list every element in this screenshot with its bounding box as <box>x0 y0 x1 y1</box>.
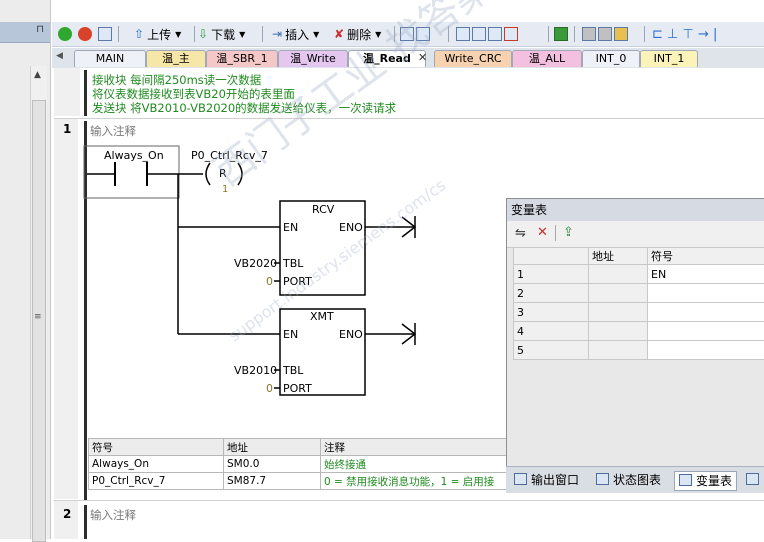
address-cell[interactable] <box>589 341 648 360</box>
symbol-cell: P0_Ctrl_Rcv_7 <box>89 473 224 490</box>
variable-table-window: 变量表 ⇋ ✕ ⇪ 地址 符号 1 EN 2 3 4 <box>506 198 764 493</box>
column-header-index <box>514 248 589 265</box>
tab-status-chart[interactable]: 状态图表 <box>592 471 665 489</box>
xmt-port-value[interactable]: 0 <box>266 382 273 395</box>
symbol-table-header-address: 地址 <box>224 439 321 456</box>
delete-row-icon[interactable]: ✕ <box>537 225 548 240</box>
variable-table-grid[interactable]: 地址 符号 1 EN 2 3 4 5 <box>513 247 764 360</box>
xmt-en-pin: EN <box>283 328 298 341</box>
status-chart-icon <box>596 473 609 485</box>
symbol-cell[interactable] <box>648 303 764 322</box>
symbol-table-header-comment: 注释 <box>321 439 508 456</box>
table-row[interactable]: P0_Ctrl_Rcv_7 SM87.7 0 = 禁用接收消息功能，1 = 启用… <box>89 473 508 490</box>
coil-symbol-label: P0_Ctrl_Rcv_7 <box>191 149 268 162</box>
comment-cell: 始终接通 <box>321 456 508 473</box>
symbol-cell[interactable] <box>648 284 764 303</box>
tab-label: 状态图表 <box>613 473 661 487</box>
column-header-symbol: 符号 <box>648 248 764 265</box>
tab-label: 输出窗口 <box>531 473 579 487</box>
network-2-marker <box>84 505 87 539</box>
address-cell[interactable] <box>589 265 648 284</box>
tab-variable-table[interactable]: 变量表 <box>674 471 737 491</box>
network-number: 2 <box>63 507 71 521</box>
table-row[interactable]: 3 <box>514 303 764 322</box>
more-icon <box>746 473 759 485</box>
xmt-port-pin: PORT <box>283 382 312 395</box>
variable-table-toolbar: ⇋ ✕ ⇪ <box>507 221 764 248</box>
coil-count: 1 <box>222 184 228 195</box>
comment-cell: 0 = 禁用接收消息功能，1 = 启用接 <box>321 473 508 490</box>
symbol-table-header-symbol: 符号 <box>89 439 224 456</box>
variable-table-title[interactable]: 变量表 <box>507 199 764 221</box>
table-row[interactable]: Always_On SM0.0 始终接通 <box>89 456 508 473</box>
column-header-address: 地址 <box>589 248 648 265</box>
rcv-tbl-pin: TBL <box>283 257 303 270</box>
table-row[interactable]: 4 <box>514 322 764 341</box>
xmt-eno-pin: ENO <box>339 328 363 341</box>
rcv-block-name: RCV <box>312 203 334 216</box>
tab-output-window[interactable]: 输出窗口 <box>510 471 583 489</box>
row-index: 3 <box>514 303 589 322</box>
output-window-icon <box>514 473 527 485</box>
xmt-tbl-value[interactable]: VB2010 <box>234 364 277 377</box>
toolbar-separator <box>555 225 556 241</box>
row-index: 1 <box>514 265 589 284</box>
rcv-port-pin: PORT <box>283 275 312 288</box>
xmt-block-name: XMT <box>310 310 334 323</box>
row-index: 5 <box>514 341 589 360</box>
symbol-cell: Always_On <box>89 456 224 473</box>
bottom-dock-tabs: 输出窗口 状态图表 变量表 <box>506 466 764 493</box>
tab-label: 变量表 <box>696 474 732 488</box>
symbol-table: 符号 地址 注释 Always_On SM0.0 始终接通 P0_Ctrl_Rc… <box>88 438 508 490</box>
rcv-eno-pin: ENO <box>339 221 363 234</box>
variable-table-icon <box>679 474 692 486</box>
coil-left-arc <box>206 163 210 185</box>
row-index: 4 <box>514 322 589 341</box>
table-row[interactable]: 1 EN <box>514 265 764 284</box>
refresh-icon[interactable]: ⇪ <box>563 225 574 240</box>
address-cell: SM87.7 <box>224 473 321 490</box>
rcv-tbl-value[interactable]: VB2020 <box>234 257 277 270</box>
coil-right-arc <box>238 163 242 185</box>
insert-row-icon[interactable]: ⇋ <box>515 226 526 241</box>
symbol-cell[interactable]: EN <box>648 265 764 284</box>
row-index: 2 <box>514 284 589 303</box>
rcv-en-pin: EN <box>283 221 298 234</box>
rcv-port-value[interactable]: 0 <box>266 275 273 288</box>
address-cell: SM0.0 <box>224 456 321 473</box>
address-cell[interactable] <box>589 284 648 303</box>
table-row[interactable]: 2 <box>514 284 764 303</box>
network-comment[interactable]: 输入注释 <box>90 507 136 523</box>
address-cell[interactable] <box>589 322 648 341</box>
xmt-tbl-pin: TBL <box>283 364 303 377</box>
divider <box>54 500 764 501</box>
table-row[interactable]: 5 <box>514 341 764 360</box>
tab-overflow[interactable] <box>742 471 764 489</box>
contact-symbol-label: Always_On <box>104 149 164 162</box>
symbol-cell[interactable] <box>648 341 764 360</box>
symbol-cell[interactable] <box>648 322 764 341</box>
address-cell[interactable] <box>589 303 648 322</box>
coil-type: R <box>219 167 227 180</box>
